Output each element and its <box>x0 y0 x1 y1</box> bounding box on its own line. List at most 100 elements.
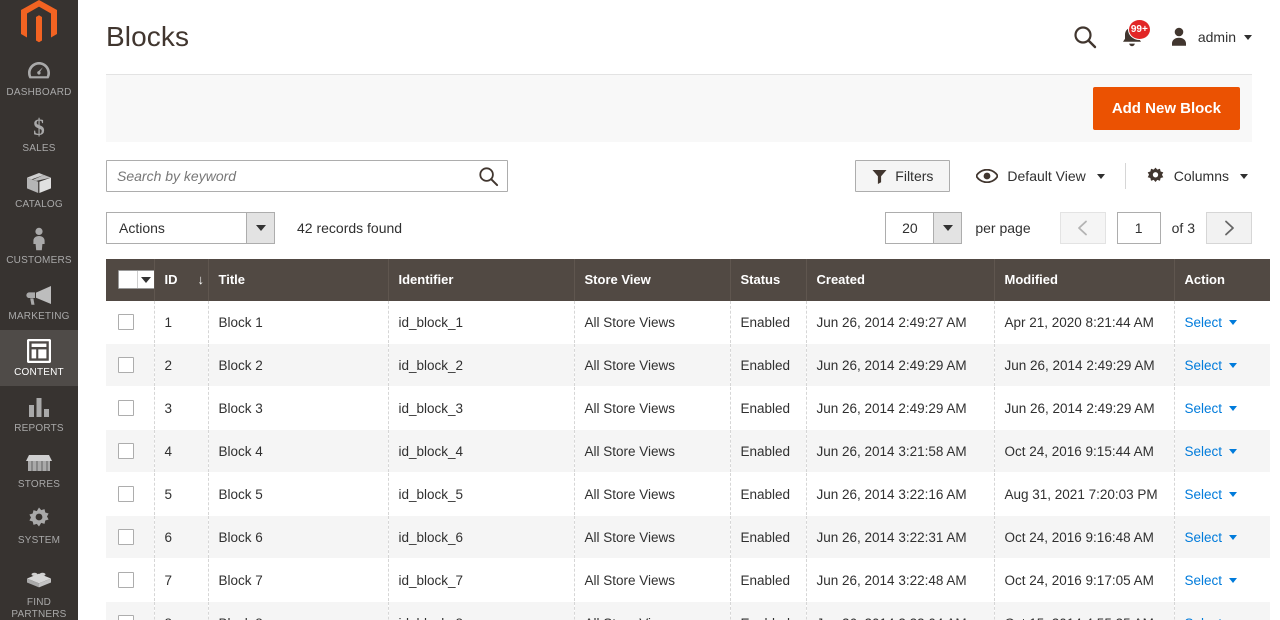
row-checkbox[interactable] <box>118 357 134 373</box>
sidebar-item-marketing[interactable]: Marketing <box>0 274 78 330</box>
row-checkbox[interactable] <box>118 529 134 545</box>
row-identifier: id_block_3 <box>388 386 575 430</box>
person-icon <box>30 226 48 252</box>
table-row[interactable]: 4 Block 4 id_block_4 All Store Views Enabled… <box>106 429 1270 473</box>
column-header-store-view[interactable]: Store View <box>574 259 731 301</box>
sidebar-item-system[interactable]: System <box>0 498 78 554</box>
row-id: 8 <box>154 601 209 620</box>
total-pages-label: of 3 <box>1171 220 1195 236</box>
row-checkbox[interactable] <box>118 615 134 620</box>
row-status: Enabled <box>730 343 807 387</box>
magento-logo-icon <box>21 0 57 43</box>
row-status: Enabled <box>730 558 807 602</box>
row-select-action[interactable]: Select <box>1185 444 1238 459</box>
per-page-select[interactable]: 20 <box>885 212 963 244</box>
row-checkbox[interactable] <box>118 486 134 502</box>
filters-button[interactable]: Filters <box>855 160 951 192</box>
row-title: Block 5 <box>208 472 389 516</box>
row-modified: Oct 24, 2016 9:16:48 AM <box>994 515 1175 559</box>
mass-actions-dropdown-button[interactable] <box>246 212 275 244</box>
column-header-modified[interactable]: Modified <box>994 259 1175 301</box>
table-row[interactable]: 8Block 8id_block_8All Store ViewsEnabled… <box>106 601 1270 620</box>
per-page-dropdown-button[interactable] <box>933 212 963 244</box>
row-modified: Apr 21, 2020 8:21:44 AM <box>994 301 1175 344</box>
row-checkbox[interactable] <box>118 443 134 459</box>
search-submit-button[interactable] <box>478 166 499 187</box>
table-row[interactable]: 6 Block 6 id_block_6 All Store Views Enabled… <box>106 515 1270 559</box>
global-search-button[interactable] <box>1072 24 1098 50</box>
row-select-action[interactable]: Select <box>1185 358 1238 373</box>
sidebar-item-catalog[interactable]: Catalog <box>0 162 78 218</box>
row-action-cell: Select <box>1174 343 1270 387</box>
row-action-cell: Select <box>1174 472 1270 516</box>
sidebar-item-customers[interactable]: Customers <box>0 218 78 274</box>
previous-page-button[interactable] <box>1059 212 1106 244</box>
row-title: Block 8 <box>208 601 389 620</box>
table-row[interactable]: 1 Block 1 id_block_1 All Store Views Enabled… <box>106 301 1270 344</box>
next-page-button[interactable] <box>1206 212 1252 244</box>
row-action-cell: Select <box>1174 429 1270 473</box>
select-all-dropdown-button[interactable] <box>136 271 154 288</box>
sidebar-item-sales[interactable]: $ Sales <box>0 106 78 162</box>
box-icon <box>26 170 52 196</box>
row-select-action[interactable]: Select <box>1185 315 1238 330</box>
chevron-down-icon <box>1229 319 1238 325</box>
row-id: 3 <box>154 386 209 430</box>
table-row[interactable]: 2 Block 2 id_block_2 All Store Views Enabled… <box>106 343 1270 387</box>
search-icon <box>1074 26 1097 49</box>
view-bookmarks-control[interactable]: Default View <box>972 162 1108 190</box>
notifications-button[interactable]: 99+ <box>1120 19 1151 50</box>
row-select-action[interactable]: Select <box>1185 616 1238 620</box>
table-row[interactable]: 5 Block 5 id_block_5 All Store Views Enabled… <box>106 472 1270 516</box>
select-all-control[interactable] <box>118 270 155 289</box>
magento-logo[interactable] <box>0 0 78 44</box>
row-select-action[interactable]: Select <box>1185 401 1238 416</box>
column-header-status[interactable]: Status <box>730 259 807 301</box>
columns-control[interactable]: Columns <box>1142 161 1252 192</box>
table-header-row: ID ↓ Title Identifier Store View Status … <box>106 259 1270 301</box>
row-checkbox-cell <box>106 429 155 473</box>
sidebar-item-dashboard[interactable]: Dashboard <box>0 50 78 106</box>
sidebar-item-content[interactable]: Content <box>0 330 78 386</box>
row-identifier: id_block_2 <box>388 343 575 387</box>
select-all-checkbox[interactable] <box>119 271 137 288</box>
table-row[interactable]: 7 Block 7 id_block_7 All Store Views Enabled… <box>106 558 1270 602</box>
table-row[interactable]: 3 Block 3 id_block_3 All Store Views Enabled… <box>106 386 1270 430</box>
row-store-view: All Store Views <box>574 472 731 516</box>
row-action-cell: Select <box>1174 601 1270 620</box>
records-found-label: 42 records found <box>297 220 403 236</box>
sidebar-item-stores[interactable]: Stores <box>0 442 78 498</box>
page-header: Blocks 99+ admin <box>78 0 1280 74</box>
sidebar-item-label: Marketing <box>8 311 70 322</box>
sidebar-item-find-partners-extensions[interactable]: FIND PARTNERS& EXTENSIONS <box>0 560 78 620</box>
column-header-created[interactable]: Created <box>806 259 995 301</box>
gear-icon <box>1147 167 1164 182</box>
column-header-title[interactable]: Title <box>208 259 389 301</box>
page-number-input[interactable] <box>1116 212 1161 244</box>
mass-actions-select[interactable]: Actions <box>106 212 275 244</box>
row-select-label: Select <box>1185 616 1223 620</box>
row-select-action[interactable]: Select <box>1185 530 1238 545</box>
row-title: Block 6 <box>208 515 389 559</box>
add-new-block-button[interactable]: Add New Block <box>1092 87 1240 130</box>
search-input[interactable] <box>107 161 507 191</box>
row-checkbox-cell <box>106 386 155 430</box>
row-id: 5 <box>154 472 209 516</box>
column-header-id[interactable]: ID ↓ <box>154 259 209 301</box>
row-modified: Oct 24, 2016 9:17:05 AM <box>994 558 1175 602</box>
admin-user-menu[interactable]: admin <box>1168 26 1252 48</box>
row-select-label: Select <box>1184 357 1223 373</box>
sidebar-item-reports[interactable]: Reports <box>0 386 78 442</box>
row-checkbox[interactable] <box>118 400 134 416</box>
row-checkbox[interactable] <box>118 572 134 588</box>
row-select-action[interactable]: Select <box>1185 487 1238 502</box>
keyword-search[interactable] <box>106 160 508 192</box>
row-checkbox[interactable] <box>118 314 134 330</box>
row-store-view: All Store Views <box>574 515 731 559</box>
row-store-view: All Store Views <box>574 386 731 430</box>
row-created: Jun 26, 2014 3:21:58 AM <box>806 429 995 473</box>
sidebar-item-label: Catalog <box>15 199 63 210</box>
megaphone-icon <box>25 282 53 308</box>
column-header-identifier[interactable]: Identifier <box>388 259 575 301</box>
row-select-action[interactable]: Select <box>1185 573 1238 588</box>
